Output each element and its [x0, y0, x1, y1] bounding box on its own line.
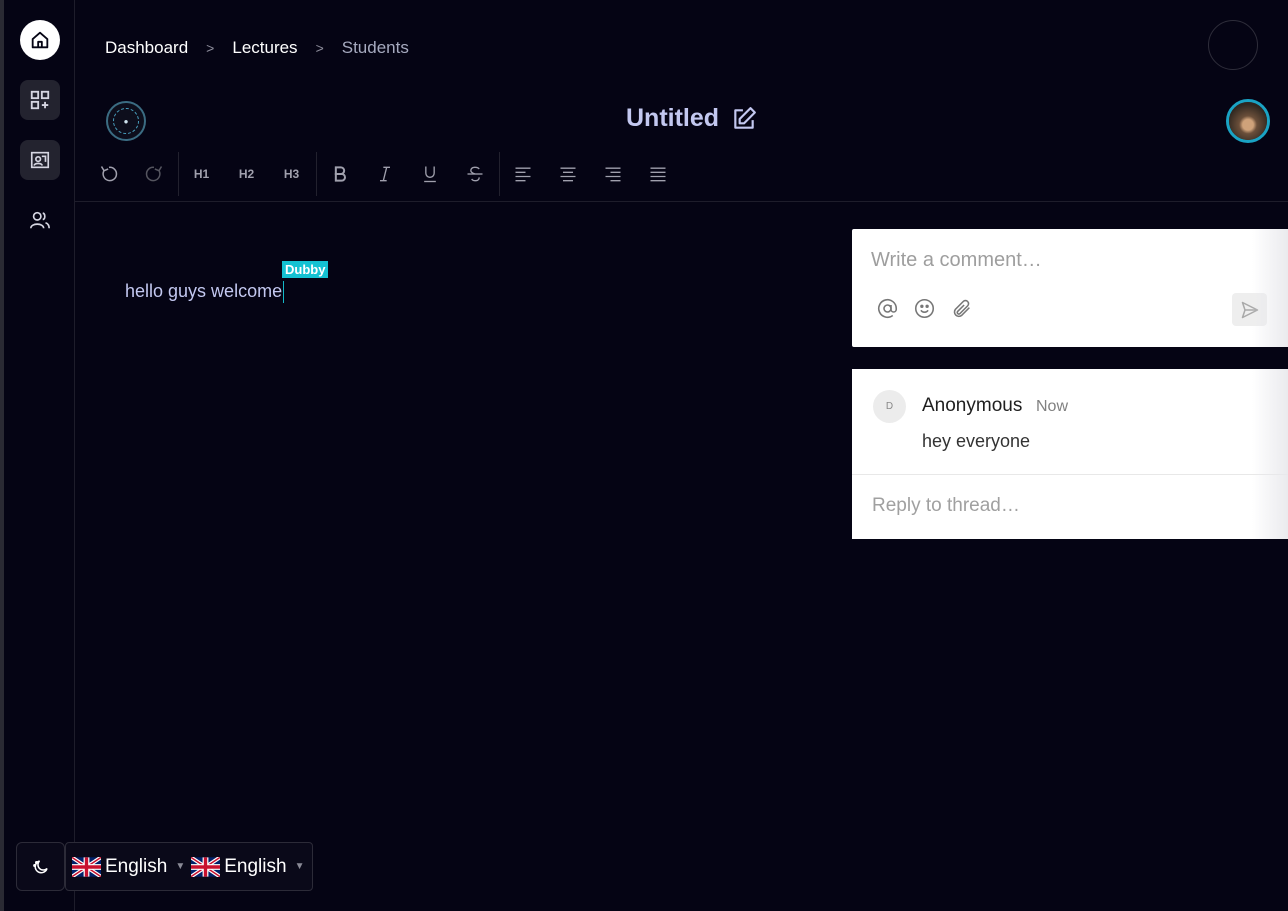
comment-body: hey everyone	[922, 431, 1031, 451]
redo-button[interactable]	[131, 154, 176, 194]
heading2-button[interactable]: H2	[224, 154, 269, 194]
logo-icon: ●	[113, 108, 139, 134]
sidebar-item-classroom[interactable]	[20, 140, 60, 180]
italic-icon	[379, 166, 390, 182]
comment-author: Anonymous	[922, 395, 1023, 416]
undo-icon	[100, 166, 117, 182]
bottom-controls: English ▼ English ▼	[16, 842, 314, 891]
add-grid-icon	[30, 90, 50, 110]
profile-button[interactable]	[1208, 20, 1258, 70]
document-title: Untitled	[626, 104, 757, 133]
align-justify-icon	[650, 167, 665, 182]
sidebar-item-home[interactable]	[20, 20, 60, 60]
underline-icon	[423, 166, 436, 183]
toolbar-divider-line	[75, 201, 1288, 202]
editor-content[interactable]: hello guys welcome	[125, 281, 285, 304]
align-left-icon	[515, 167, 530, 182]
align-center-button[interactable]	[545, 154, 590, 194]
heading3-button[interactable]: H3	[269, 154, 314, 194]
caret-down-icon: ▼	[175, 861, 186, 872]
uk-flag-icon	[72, 856, 101, 877]
language-select-second[interactable]: English ▼	[191, 856, 304, 878]
avatar[interactable]	[1226, 99, 1270, 143]
language-label: English	[224, 855, 287, 877]
strikethrough-button[interactable]	[452, 154, 497, 194]
home-icon	[31, 31, 49, 49]
align-right-icon	[605, 167, 620, 182]
comment-actions	[876, 297, 972, 319]
collaborator-cursor-label: Dubby	[282, 261, 329, 278]
attach-button[interactable]	[950, 297, 972, 319]
workspace-logo: ●	[106, 101, 146, 141]
panel-edge-fade	[1252, 369, 1288, 539]
sidebar-item-add-board[interactable]	[20, 80, 60, 120]
document-title-text[interactable]: Untitled	[626, 104, 719, 133]
strikethrough-icon	[467, 166, 482, 182]
redo-icon	[145, 166, 162, 182]
mention-icon	[877, 298, 897, 318]
panel-edge-fade	[1252, 229, 1288, 347]
reply-input[interactable]	[872, 495, 1262, 517]
undo-button[interactable]	[86, 154, 131, 194]
align-justify-button[interactable]	[635, 154, 680, 194]
mention-button[interactable]	[876, 297, 898, 319]
comment-timestamp: Now	[1036, 398, 1069, 415]
comment-thread: D Anonymous Now hey everyone	[852, 369, 1288, 539]
sidebar	[4, 0, 75, 911]
avatar-photo	[1229, 102, 1267, 140]
caret-down-icon: ▼	[294, 861, 305, 872]
uk-flag-icon	[191, 856, 221, 877]
moon-icon	[32, 859, 48, 873]
sidebar-item-users[interactable]	[20, 200, 60, 240]
italic-button[interactable]	[362, 154, 407, 194]
attach-icon	[953, 299, 970, 317]
classroom-icon	[30, 151, 50, 169]
breadcrumb-lectures[interactable]: Lectures	[232, 38, 297, 58]
collaborator-caret	[283, 281, 285, 304]
avatar: D	[873, 390, 906, 423]
align-right-button[interactable]	[590, 154, 635, 194]
language-select-first[interactable]: English ▼	[72, 856, 185, 878]
comment-composer	[852, 229, 1288, 347]
bold-button[interactable]	[317, 154, 362, 194]
breadcrumb-dashboard[interactable]: Dashboard	[105, 38, 188, 58]
breadcrumb-separator: >	[315, 40, 324, 56]
comment-input[interactable]	[871, 249, 1251, 272]
breadcrumb-separator: >	[206, 40, 215, 56]
emoji-icon	[914, 298, 934, 318]
emoji-button[interactable]	[913, 297, 935, 319]
theme-toggle-button[interactable]	[16, 842, 65, 891]
align-left-button[interactable]	[500, 154, 545, 194]
underline-button[interactable]	[407, 154, 452, 194]
breadcrumb: Dashboard > Lectures > Students	[105, 38, 409, 58]
bold-icon	[334, 166, 346, 182]
language-switcher: English ▼ English ▼	[65, 842, 314, 891]
editor-text: hello guys welcome	[125, 281, 283, 301]
edit-icon[interactable]	[731, 106, 757, 132]
editor-toolbar: H1 H2 H3	[86, 150, 680, 198]
language-label: English	[105, 855, 168, 877]
heading1-button[interactable]: H1	[179, 154, 224, 194]
users-icon	[30, 211, 50, 229]
app-window: English ▼ English ▼ Dashboard > Lectures…	[0, 0, 1288, 911]
thread-divider	[852, 474, 1288, 475]
breadcrumb-students: Students	[341, 38, 409, 57]
align-center-icon	[560, 167, 575, 182]
